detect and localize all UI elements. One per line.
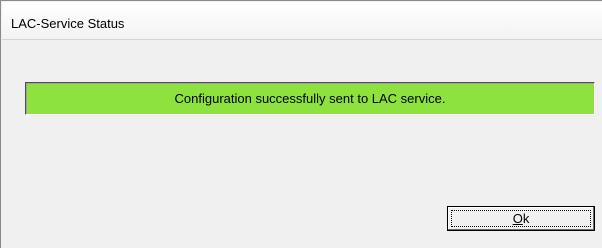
title-bar[interactable]: LAC-Service Status: [2, 2, 602, 40]
ok-button-label: Ok: [448, 207, 594, 230]
status-message-panel: Configuration successfully sent to LAC s…: [25, 82, 595, 115]
window-title: LAC-Service Status: [11, 16, 125, 31]
status-message: Configuration successfully sent to LAC s…: [174, 91, 446, 106]
status-dialog: LAC-Service Status Configuration success…: [0, 0, 602, 248]
ok-mnemonic: O: [512, 211, 523, 226]
ok-label-rest: k: [522, 211, 530, 226]
ok-button[interactable]: Ok: [447, 206, 595, 231]
